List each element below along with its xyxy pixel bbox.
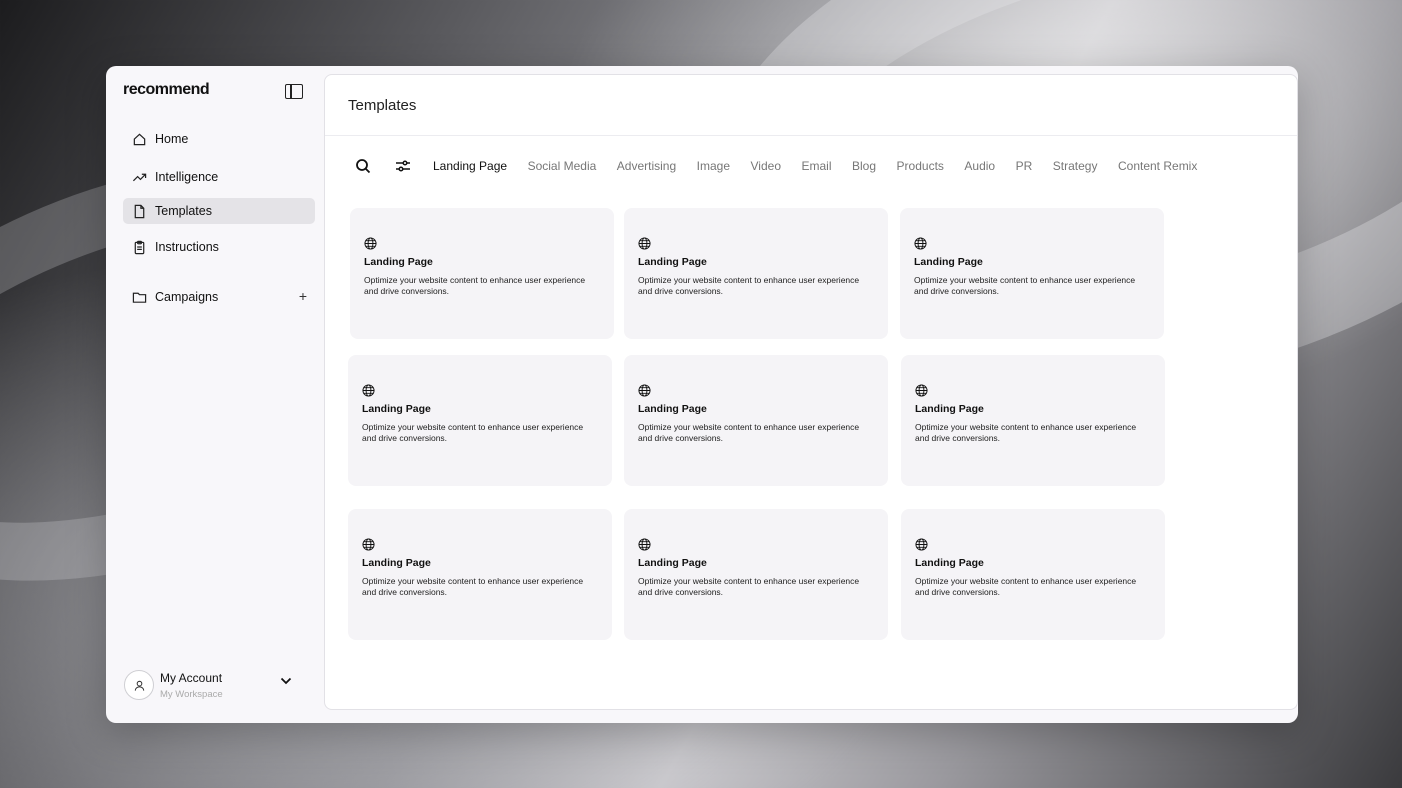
globe-icon: [362, 384, 375, 397]
card-title: Landing Page: [638, 403, 707, 415]
account-menu[interactable]: My Account My Workspace: [124, 668, 304, 702]
template-card[interactable]: Landing Page Optimize your website conte…: [350, 208, 614, 339]
main-panel: Templates Landing Page Social Media Adve…: [324, 74, 1298, 710]
card-title: Landing Page: [915, 403, 984, 415]
chevron-down-icon[interactable]: [279, 674, 293, 688]
template-card[interactable]: Landing Page Optimize your website conte…: [624, 355, 888, 486]
card-description: Optimize your website content to enhance…: [915, 422, 1137, 443]
tab-advertising[interactable]: Advertising: [617, 159, 676, 173]
globe-icon: [914, 237, 927, 250]
tab-social-media[interactable]: Social Media: [528, 159, 597, 173]
template-card[interactable]: Landing Page Optimize your website conte…: [624, 509, 888, 640]
sidebar-item-label: Intelligence: [155, 170, 219, 184]
tab-image[interactable]: Image: [697, 159, 730, 173]
card-title: Landing Page: [638, 256, 707, 268]
card-description: Optimize your website content to enhance…: [638, 422, 860, 443]
sidebar-item-label: Campaigns: [155, 290, 219, 304]
globe-icon: [638, 237, 651, 250]
tab-audio[interactable]: Audio: [964, 159, 995, 173]
card-title: Landing Page: [915, 557, 984, 569]
card-description: Optimize your website content to enhance…: [364, 275, 586, 296]
globe-icon: [364, 237, 377, 250]
tab-products[interactable]: Products: [897, 159, 944, 173]
tab-strategy[interactable]: Strategy: [1053, 159, 1098, 173]
home-icon: [131, 131, 147, 147]
brand-logo: recommend: [123, 81, 210, 98]
filter-icon[interactable]: [395, 158, 411, 174]
card-description: Optimize your website content to enhance…: [362, 576, 584, 597]
folder-icon: [131, 289, 147, 305]
card-description: Optimize your website content to enhance…: [638, 275, 860, 296]
globe-icon: [638, 538, 651, 551]
search-icon[interactable]: [355, 158, 371, 174]
app-window: recommend Home Intelligence Templates In: [106, 66, 1298, 723]
card-title: Landing Page: [638, 557, 707, 569]
main-header: Templates: [325, 75, 1297, 136]
tab-email[interactable]: Email: [802, 159, 832, 173]
tab-content-remix[interactable]: Content Remix: [1118, 159, 1197, 173]
sidebar-item-campaigns[interactable]: Campaigns: [123, 284, 315, 310]
page-title: Templates: [348, 96, 417, 114]
account-name: My Account: [160, 670, 223, 685]
globe-icon: [638, 384, 651, 397]
sidebar-item-templates[interactable]: Templates: [123, 198, 315, 224]
sidebar-item-label: Home: [155, 132, 189, 146]
card-title: Landing Page: [362, 403, 431, 415]
document-icon: [131, 203, 147, 219]
tab-video[interactable]: Video: [751, 159, 781, 173]
add-campaign-button[interactable]: +: [296, 289, 310, 303]
card-description: Optimize your website content to enhance…: [638, 576, 860, 597]
globe-icon: [362, 538, 375, 551]
card-description: Optimize your website content to enhance…: [362, 422, 584, 443]
card-title: Landing Page: [364, 256, 433, 268]
card-title: Landing Page: [362, 557, 431, 569]
trend-icon: [131, 169, 147, 185]
sidebar-item-instructions[interactable]: Instructions: [123, 234, 315, 260]
sidebar: recommend Home Intelligence Templates In: [106, 66, 324, 723]
template-card[interactable]: Landing Page Optimize your website conte…: [900, 208, 1164, 339]
template-card[interactable]: Landing Page Optimize your website conte…: [348, 509, 612, 640]
workspace-name: My Workspace: [160, 688, 223, 700]
template-card[interactable]: Landing Page Optimize your website conte…: [624, 208, 888, 339]
sidebar-item-label: Templates: [155, 204, 212, 218]
avatar: [124, 670, 154, 700]
template-card[interactable]: Landing Page Optimize your website conte…: [348, 355, 612, 486]
globe-icon: [915, 384, 928, 397]
template-toolbar: Landing Page Social Media Advertising Im…: [355, 155, 1218, 177]
clipboard-icon: [131, 239, 147, 255]
sidebar-item-intelligence[interactable]: Intelligence: [123, 164, 315, 190]
card-description: Optimize your website content to enhance…: [914, 275, 1136, 296]
tab-pr[interactable]: PR: [1016, 159, 1033, 173]
sidebar-toggle-icon[interactable]: [285, 84, 303, 99]
tab-landing-page[interactable]: Landing Page: [433, 159, 507, 173]
globe-icon: [915, 538, 928, 551]
card-description: Optimize your website content to enhance…: [915, 576, 1137, 597]
template-card[interactable]: Landing Page Optimize your website conte…: [901, 355, 1165, 486]
sidebar-item-label: Instructions: [155, 240, 219, 254]
template-card[interactable]: Landing Page Optimize your website conte…: [901, 509, 1165, 640]
sidebar-item-home[interactable]: Home: [123, 126, 315, 152]
tab-blog[interactable]: Blog: [852, 159, 876, 173]
card-title: Landing Page: [914, 256, 983, 268]
